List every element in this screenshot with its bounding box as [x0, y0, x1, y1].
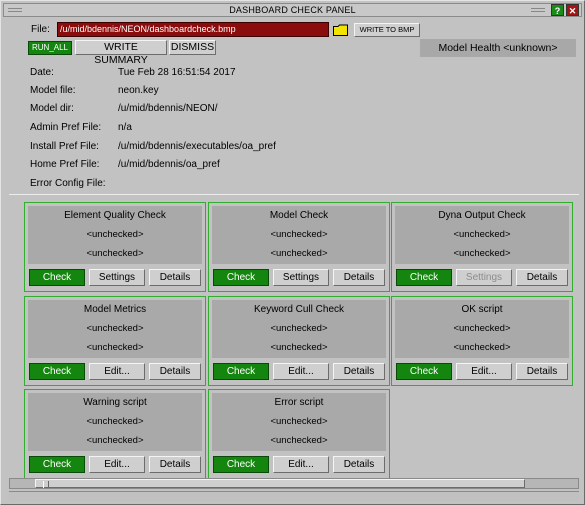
card-title: Keyword Cull Check — [253, 304, 345, 315]
date-value: Tue Feb 28 16:51:54 2017 — [118, 67, 236, 78]
title-bar[interactable]: DASHBOARD CHECK PANEL ? ✕ — [3, 3, 582, 17]
check-button[interactable]: Check — [29, 269, 85, 286]
horizontal-scrollbar[interactable] — [9, 478, 579, 489]
card-status: <unchecked> — [453, 323, 511, 334]
element-quality-check-card: Element Quality Check <unchecked> <unche… — [24, 202, 206, 292]
card-status: <unchecked> — [86, 342, 144, 353]
card-status-panel: Dyna Output Check <unchecked> <unchecked… — [395, 206, 569, 264]
dyna-output-check-card: Dyna Output Check <unchecked> <unchecked… — [391, 202, 573, 292]
details-button[interactable]: Details — [149, 363, 201, 380]
card-status: <unchecked> — [270, 435, 328, 446]
card-status: <unchecked> — [86, 435, 144, 446]
card-status: <unchecked> — [86, 323, 144, 334]
model-dir-label: Model dir: — [30, 103, 74, 114]
install-pref-value: /u/mid/bdennis/executables/oa_pref — [118, 141, 276, 152]
details-button[interactable]: Details — [333, 363, 385, 380]
model-file-label: Model file: — [30, 85, 76, 96]
settings-button[interactable]: Settings — [273, 269, 329, 286]
scrollbar-thumb[interactable] — [35, 479, 525, 488]
folder-icon[interactable] — [333, 24, 348, 36]
write-to-bmp-button[interactable]: WRITE TO BMP — [354, 23, 420, 37]
divider — [9, 194, 579, 195]
card-status-panel: Error script <unchecked> <unchecked> — [212, 393, 386, 451]
card-title: OK script — [461, 304, 503, 315]
dashboard-check-panel-window: DASHBOARD CHECK PANEL ? ✕ File: /u/mid/b… — [0, 0, 585, 505]
check-button[interactable]: Check — [396, 269, 452, 286]
card-status-panel: Model Metrics <unchecked> <unchecked> — [28, 300, 202, 358]
card-status: <unchecked> — [86, 416, 144, 427]
check-button[interactable]: Check — [396, 363, 452, 380]
file-path-input[interactable]: /u/mid/bdennis/NEON/dashboardcheck.bmp — [57, 22, 329, 37]
card-status: <unchecked> — [270, 229, 328, 240]
check-button[interactable]: Check — [213, 456, 269, 473]
model-metrics-card: Model Metrics <unchecked> <unchecked> Ch… — [24, 296, 206, 386]
settings-button-disabled: Settings — [456, 269, 512, 286]
write-summary-button[interactable]: WRITE SUMMARY — [75, 40, 167, 66]
card-status: <unchecked> — [453, 229, 511, 240]
window-title: DASHBOARD CHECK PANEL — [229, 5, 356, 15]
error-config-label: Error Config File: — [30, 178, 106, 189]
details-button[interactable]: Details — [516, 269, 568, 286]
admin-pref-value: n/a — [118, 122, 132, 133]
warning-script-card: Warning script <unchecked> <unchecked> C… — [24, 389, 206, 479]
check-button[interactable]: Check — [213, 363, 269, 380]
card-status-panel: OK script <unchecked> <unchecked> — [395, 300, 569, 358]
card-status: <unchecked> — [86, 248, 144, 259]
card-status-panel: Element Quality Check <unchecked> <unche… — [28, 206, 202, 264]
card-title: Element Quality Check — [64, 210, 166, 221]
file-label: File: — [31, 24, 50, 35]
title-grip-right — [531, 8, 545, 12]
details-button[interactable]: Details — [333, 269, 385, 286]
card-status-panel: Keyword Cull Check <unchecked> <unchecke… — [212, 300, 386, 358]
card-title: Model Metrics — [83, 304, 147, 315]
model-file-value: neon.key — [118, 85, 159, 96]
edit-button[interactable]: Edit... — [89, 363, 145, 380]
edit-button[interactable]: Edit... — [89, 456, 145, 473]
model-dir-value: /u/mid/bdennis/NEON/ — [118, 103, 218, 114]
card-status-panel: Warning script <unchecked> <unchecked> — [28, 393, 202, 451]
date-label: Date: — [30, 67, 54, 78]
scrollbar-grip-icon — [43, 481, 49, 488]
keyword-cull-check-card: Keyword Cull Check <unchecked> <unchecke… — [208, 296, 390, 386]
error-script-card: Error script <unchecked> <unchecked> Che… — [208, 389, 390, 479]
details-button[interactable]: Details — [149, 269, 201, 286]
model-health-status: Model Health <unknown> — [420, 39, 576, 57]
details-button[interactable]: Details — [516, 363, 568, 380]
check-button[interactable]: Check — [213, 269, 269, 286]
home-pref-label: Home Pref File: — [30, 159, 100, 170]
close-button[interactable]: ✕ — [566, 4, 579, 16]
edit-button[interactable]: Edit... — [273, 363, 329, 380]
model-check-card: Model Check <unchecked> <unchecked> Chec… — [208, 202, 390, 292]
settings-button[interactable]: Settings — [89, 269, 145, 286]
card-status: <unchecked> — [270, 248, 328, 259]
check-button[interactable]: Check — [29, 456, 85, 473]
edit-button[interactable]: Edit... — [273, 456, 329, 473]
ok-script-card: OK script <unchecked> <unchecked> Check … — [391, 296, 573, 386]
title-grip-left — [8, 8, 22, 12]
check-button[interactable]: Check — [29, 363, 85, 380]
card-status-panel: Model Check <unchecked> <unchecked> — [212, 206, 386, 264]
card-status: <unchecked> — [270, 416, 328, 427]
card-status: <unchecked> — [453, 342, 511, 353]
card-title: Error script — [274, 397, 324, 408]
help-button[interactable]: ? — [551, 4, 564, 16]
card-status: <unchecked> — [453, 248, 511, 259]
card-status: <unchecked> — [270, 342, 328, 353]
edit-button[interactable]: Edit... — [456, 363, 512, 380]
admin-pref-label: Admin Pref File: — [30, 122, 102, 133]
details-button[interactable]: Details — [149, 456, 201, 473]
install-pref-label: Install Pref File: — [30, 141, 99, 152]
card-status: <unchecked> — [86, 229, 144, 240]
details-button[interactable]: Details — [333, 456, 385, 473]
card-title: Warning script — [83, 397, 147, 408]
run-all-button[interactable]: RUN_ALL — [28, 41, 72, 55]
card-status: <unchecked> — [270, 323, 328, 334]
card-title: Model Check — [269, 210, 329, 221]
home-pref-value: /u/mid/bdennis/oa_pref — [118, 159, 220, 170]
dismiss-button[interactable]: DISMISS — [169, 40, 216, 55]
window-bottom-edge — [9, 491, 579, 501]
card-title: Dyna Output Check — [438, 210, 526, 221]
